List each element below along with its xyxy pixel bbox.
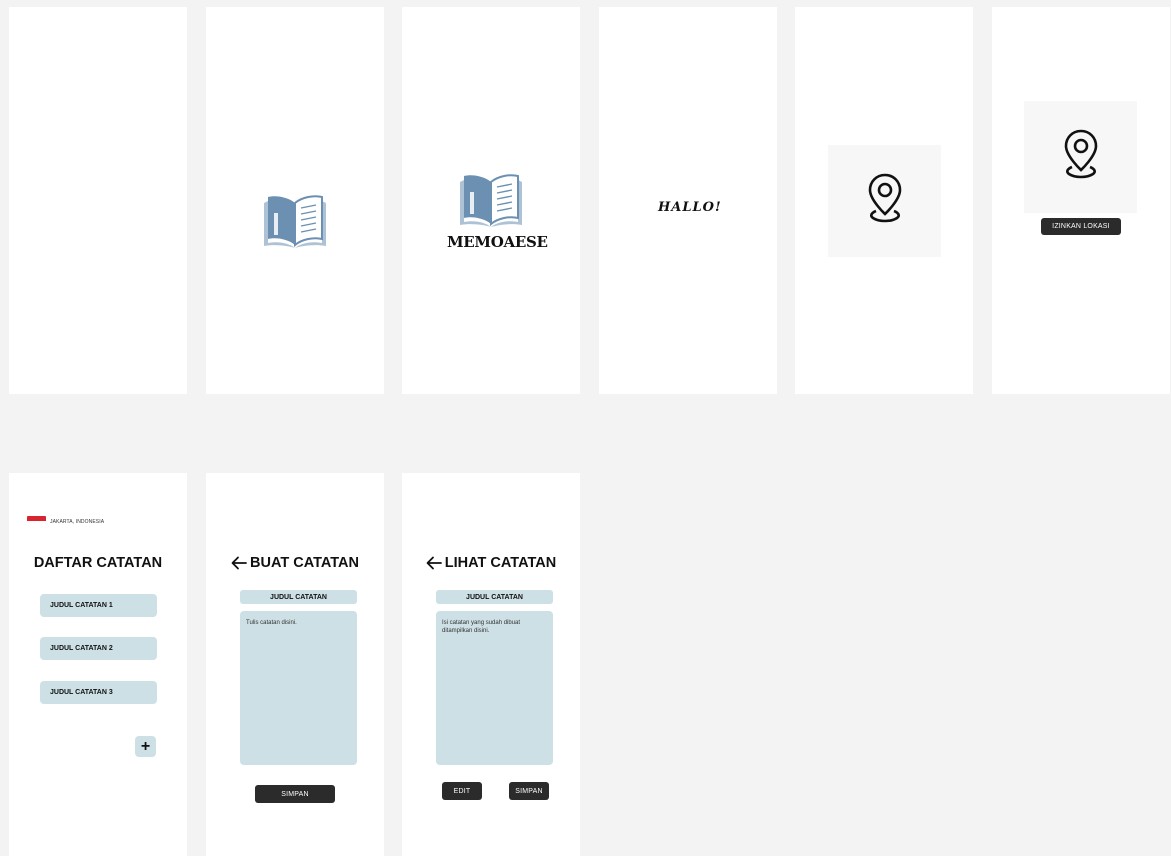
note-body-field[interactable]: Tulis catatan disini. <box>240 611 357 765</box>
brand-name: MEMOAESE <box>447 233 548 251</box>
page-header: LIHAT CATATAN <box>402 555 580 571</box>
location-card <box>828 145 941 257</box>
note-list-item-2[interactable]: JUDUL CATATAN 2 <box>40 637 157 660</box>
plus-icon: + <box>140 737 151 755</box>
location-pin-icon <box>1064 129 1098 179</box>
screen-greeting: HALLO! <box>599 7 777 394</box>
page-header: BUAT CATATAN <box>206 555 384 571</box>
edit-button[interactable]: EDIT <box>442 782 482 800</box>
arrow-left-icon[interactable] <box>231 556 247 570</box>
location-card <box>1024 101 1137 213</box>
note-body-text: Isi catatan yang sudah dibuat ditampilka… <box>436 611 553 765</box>
screen-create-note: BUAT CATATAN JUDUL CATATAN Tulis catatan… <box>206 473 384 856</box>
page-title: DAFTAR CATATAN <box>33 555 163 571</box>
allow-location-button[interactable]: IZINKAN LOKASI <box>1041 218 1121 235</box>
save-button[interactable]: SIMPAN <box>255 785 335 803</box>
location-label: JAKARTA, INDONESIA <box>50 519 105 525</box>
indonesia-flag-icon <box>27 516 46 525</box>
location-pin-icon <box>868 173 902 223</box>
page-title: BUAT CATATAN <box>250 555 359 571</box>
note-title-field: JUDUL CATATAN <box>436 590 553 604</box>
screen-view-note: LIHAT CATATAN JUDUL CATATAN Isi catatan … <box>402 473 580 856</box>
screen-location-prompt <box>795 7 973 394</box>
page-title: LIHAT CATATAN <box>444 555 557 571</box>
greeting-text: HALLO! <box>658 200 722 215</box>
save-button[interactable]: SIMPAN <box>509 782 549 800</box>
note-list-item-3[interactable]: JUDUL CATATAN 3 <box>40 681 157 704</box>
arrow-left-icon[interactable] <box>426 556 442 570</box>
open-book-icon <box>460 174 522 227</box>
note-list-item-1[interactable]: JUDUL CATATAN 1 <box>40 594 157 617</box>
screen-splash-logo <box>206 7 384 394</box>
note-title-field[interactable]: JUDUL CATATAN <box>240 590 357 604</box>
screen-splash-brand: MEMOAESE <box>402 7 580 394</box>
screen-note-list: JAKARTA, INDONESIA DAFTAR CATATAN JUDUL … <box>9 473 187 856</box>
open-book-icon <box>264 195 326 248</box>
screen-location-permission: IZINKAN LOKASI <box>992 7 1170 394</box>
screen-blank <box>9 7 187 394</box>
add-note-button[interactable]: + <box>135 736 156 757</box>
